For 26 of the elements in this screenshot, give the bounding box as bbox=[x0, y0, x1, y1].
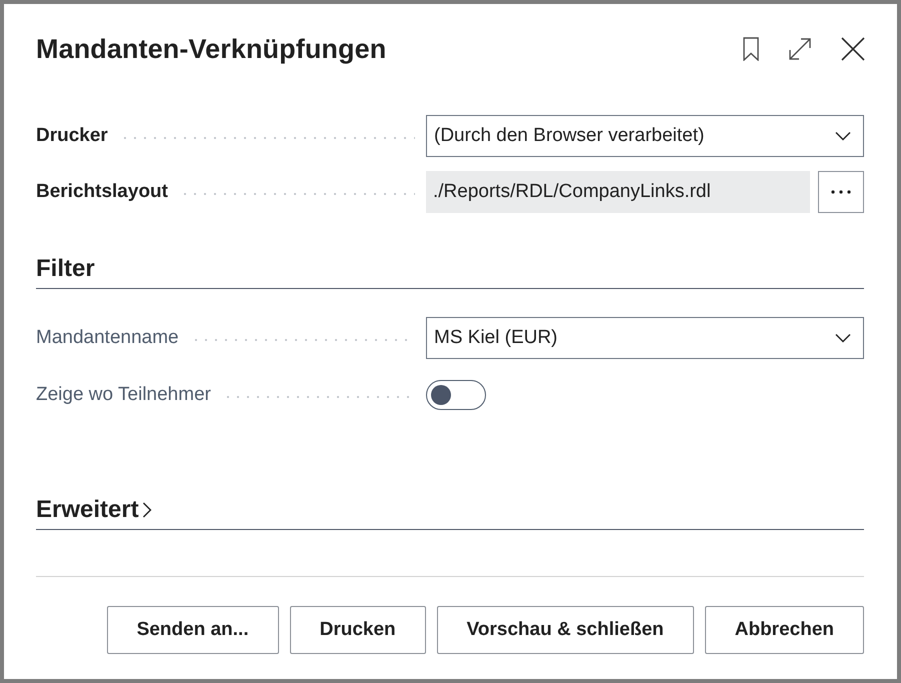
toggle-switch[interactable] bbox=[426, 380, 486, 410]
field-label: Berichtslayout bbox=[36, 181, 168, 203]
action-button[interactable]: Drucken bbox=[290, 606, 426, 654]
chevron-down-icon bbox=[835, 333, 851, 343]
input-field[interactable]: ./Reports/RDL/CompanyLinks.rdl bbox=[426, 171, 810, 213]
field-label: Drucker bbox=[36, 125, 108, 147]
dropdown-field[interactable]: (Durch den Browser verarbeitet) bbox=[426, 115, 864, 157]
close-button[interactable] bbox=[841, 37, 865, 61]
expand-button[interactable] bbox=[788, 37, 812, 61]
chevron-down-icon bbox=[835, 131, 851, 141]
bookmark-button[interactable] bbox=[743, 37, 759, 61]
expand-icon bbox=[788, 37, 812, 61]
dropdown-field[interactable]: MS Kiel (EUR) bbox=[426, 317, 864, 359]
section-toggle[interactable]: Erweitert bbox=[36, 496, 152, 524]
close-icon bbox=[841, 37, 865, 61]
action-button[interactable]: Vorschau & schließen bbox=[436, 606, 694, 654]
dialog-title: Mandanten-Verknüpfungen bbox=[36, 34, 386, 64]
action-button[interactable]: Senden an... bbox=[106, 606, 279, 654]
field-label: Zeige wo Teilnehmer bbox=[36, 384, 211, 406]
more-button[interactable] bbox=[818, 171, 864, 213]
chevron-right-icon bbox=[142, 502, 152, 518]
field-label: Mandantenname bbox=[36, 327, 179, 349]
ellipsis-icon bbox=[831, 190, 851, 194]
bookmark-icon bbox=[743, 37, 759, 61]
section-heading: Filter bbox=[36, 254, 95, 282]
action-button[interactable]: Abbrechen bbox=[704, 606, 864, 654]
